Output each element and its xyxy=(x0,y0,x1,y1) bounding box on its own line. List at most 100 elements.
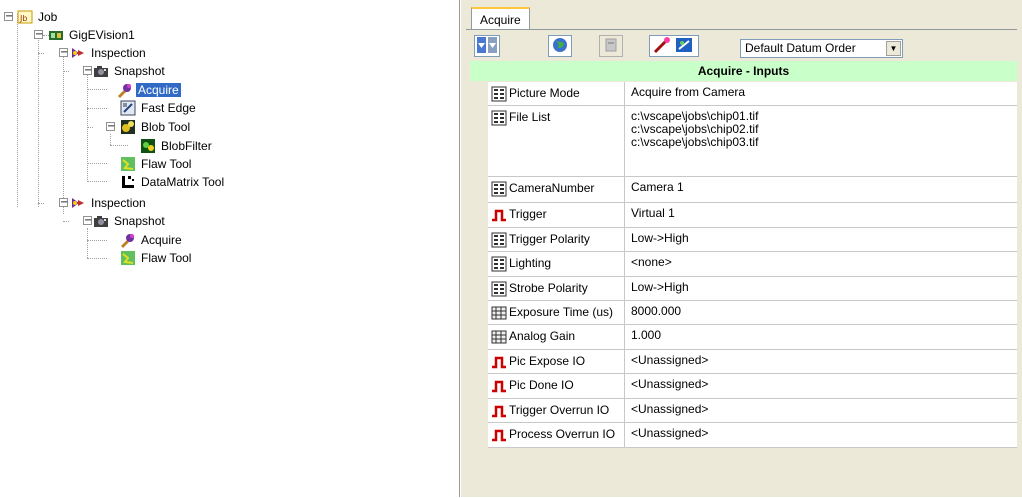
disabled-button[interactable] xyxy=(599,35,623,57)
chevron-down-icon[interactable]: ▼ xyxy=(886,41,901,56)
tab-acquire[interactable]: Acquire xyxy=(471,7,530,29)
property-row[interactable]: Trigger Virtual 1 xyxy=(488,203,1017,228)
tree-item-blob-tool[interactable]: Blob Tool xyxy=(120,118,192,136)
pulse-icon xyxy=(491,354,507,370)
snapshot-camera-icon xyxy=(93,213,109,229)
property-row[interactable]: Analog Gain 1.000 xyxy=(488,325,1017,350)
inspection-icon xyxy=(70,195,86,211)
property-name: Analog Gain xyxy=(509,329,576,343)
tree-item-job[interactable]: Jb Job xyxy=(17,8,59,26)
property-name-cell: Analog Gain xyxy=(488,325,625,349)
globe-button[interactable] xyxy=(548,35,572,57)
property-row[interactable]: Exposure Time (us) 8000.000 xyxy=(488,301,1017,325)
pulse-icon xyxy=(491,403,507,419)
datum-order-select[interactable]: Default Datum Order ▼ xyxy=(740,39,903,58)
tree-item-label: Flaw Tool xyxy=(141,251,192,265)
property-name-cell: Picture Mode xyxy=(488,82,625,105)
job-tree[interactable]: − − − − − − − Jb Job GigEVision1 Inspect… xyxy=(0,0,460,497)
pulse-icon xyxy=(491,378,507,394)
property-value[interactable]: Low->High xyxy=(631,232,689,245)
list-icon xyxy=(491,181,507,197)
pulse-icon xyxy=(491,207,507,223)
tree-item-inspection-1[interactable]: Inspection xyxy=(70,44,148,62)
inputs-grid: Picture Mode Acquire from Camera File List… xyxy=(488,82,1017,448)
property-row[interactable]: Trigger Overrun IO <Unassigned> xyxy=(488,399,1017,423)
list-icon xyxy=(491,256,507,272)
property-value[interactable]: 1.000 xyxy=(631,329,661,342)
property-row[interactable]: CameraNumber Camera 1 xyxy=(488,177,1017,203)
tree-item-label: Snapshot xyxy=(114,214,165,228)
numeric-icon xyxy=(491,305,507,321)
collapse-toggle-gigevision1[interactable]: − xyxy=(34,30,43,40)
svg-text:Jb: Jb xyxy=(19,14,27,23)
tree-item-inspection-2[interactable]: Inspection xyxy=(70,194,148,212)
tree-item-label: Fast Edge xyxy=(141,101,196,115)
property-value[interactable]: <Unassigned> xyxy=(631,427,708,440)
property-value[interactable]: <Unassigned> xyxy=(631,354,708,367)
property-name: Exposure Time (us) xyxy=(509,305,614,319)
property-name: Lighting xyxy=(509,256,552,270)
tree-item-label: DataMatrix Tool xyxy=(141,175,225,189)
tree-item-blobfilter[interactable]: BlobFilter xyxy=(140,137,214,155)
property-value[interactable]: Virtual 1 xyxy=(631,207,675,220)
property-name-cell: Exposure Time (us) xyxy=(488,301,625,324)
move-down-button[interactable] xyxy=(474,35,500,57)
disabled-icon xyxy=(603,37,619,56)
tree-item-snapshot-2[interactable]: Snapshot xyxy=(93,212,167,230)
property-name: Trigger Overrun IO xyxy=(509,403,610,417)
collapse-toggle-job[interactable]: − xyxy=(4,12,13,22)
list-icon xyxy=(491,110,507,126)
property-row[interactable]: Pic Done IO <Unassigned> xyxy=(488,374,1017,399)
tree-item-label: Acquire xyxy=(141,233,182,247)
inspection-icon xyxy=(70,45,86,61)
property-value[interactable]: Acquire from Camera xyxy=(631,86,745,99)
tree-item-label: Snapshot xyxy=(114,64,165,78)
property-name-cell: Pic Expose IO xyxy=(488,350,625,373)
property-name-cell: Trigger xyxy=(488,203,625,227)
property-value[interactable]: c:\vscape\jobs\chip01.tif c:\vscape\jobs… xyxy=(631,110,758,149)
property-value[interactable]: Camera 1 xyxy=(631,181,684,194)
property-name: Pic Expose IO xyxy=(509,354,586,368)
acquire-icon xyxy=(120,232,136,248)
tree-item-label: Acquire xyxy=(136,83,181,97)
property-row[interactable]: Lighting <none> xyxy=(488,252,1017,277)
list-icon xyxy=(491,232,507,248)
property-name-cell: Pic Done IO xyxy=(488,374,625,398)
property-name: Strobe Polarity xyxy=(509,281,588,295)
property-value[interactable]: <none> xyxy=(631,256,672,269)
tree-item-gigevision1[interactable]: GigEVision1 xyxy=(48,26,137,44)
property-row[interactable]: Process Overrun IO <Unassigned> xyxy=(488,423,1017,448)
property-value[interactable]: <Unassigned> xyxy=(631,403,708,416)
collapse-toggle-inspection-2[interactable]: − xyxy=(59,198,68,208)
property-value[interactable]: <Unassigned> xyxy=(631,378,708,391)
collapse-toggle-snapshot-2[interactable]: − xyxy=(83,216,92,226)
tree-item-datamatrix-tool[interactable]: DataMatrix Tool xyxy=(120,173,226,191)
tree-item-flaw-tool-1[interactable]: Flaw Tool xyxy=(120,155,193,173)
blob-filter-icon xyxy=(140,138,156,154)
property-name-cell: Lighting xyxy=(488,252,625,276)
tree-item-label: Blob Tool xyxy=(141,120,191,134)
collapse-toggle-inspection-1[interactable]: − xyxy=(59,48,68,58)
property-value[interactable]: 8000.000 xyxy=(631,305,681,318)
collapse-toggle-snapshot-1[interactable]: − xyxy=(83,66,92,76)
wand-button[interactable] xyxy=(649,35,699,57)
tree-item-flaw-tool-2[interactable]: Flaw Tool xyxy=(120,249,193,267)
property-name-cell: CameraNumber xyxy=(488,177,625,202)
numeric-icon xyxy=(491,329,507,345)
tree-item-acquire-2[interactable]: Acquire xyxy=(120,231,184,249)
tree-item-acquire-1[interactable]: Acquire xyxy=(117,81,181,99)
fast-edge-icon xyxy=(120,100,136,116)
property-name: Pic Done IO xyxy=(509,378,574,392)
property-row[interactable]: Picture Mode Acquire from Camera xyxy=(488,82,1017,106)
property-row[interactable]: Trigger Polarity Low->High xyxy=(488,228,1017,252)
property-value[interactable]: Low->High xyxy=(631,281,689,294)
acquire-icon xyxy=(117,82,133,98)
tree-item-fast-edge[interactable]: Fast Edge xyxy=(120,99,198,117)
property-row[interactable]: Pic Expose IO <Unassigned> xyxy=(488,350,1017,374)
tree-item-label: Inspection xyxy=(91,46,146,60)
property-row[interactable]: File List c:\vscape\jobs\chip01.tif c:\vs… xyxy=(488,106,1017,177)
property-row[interactable]: Strobe Polarity Low->High xyxy=(488,277,1017,301)
collapse-toggle-blob-tool[interactable]: − xyxy=(106,122,115,132)
blob-tool-icon xyxy=(120,119,136,135)
tree-item-snapshot-1[interactable]: Snapshot xyxy=(93,62,167,80)
